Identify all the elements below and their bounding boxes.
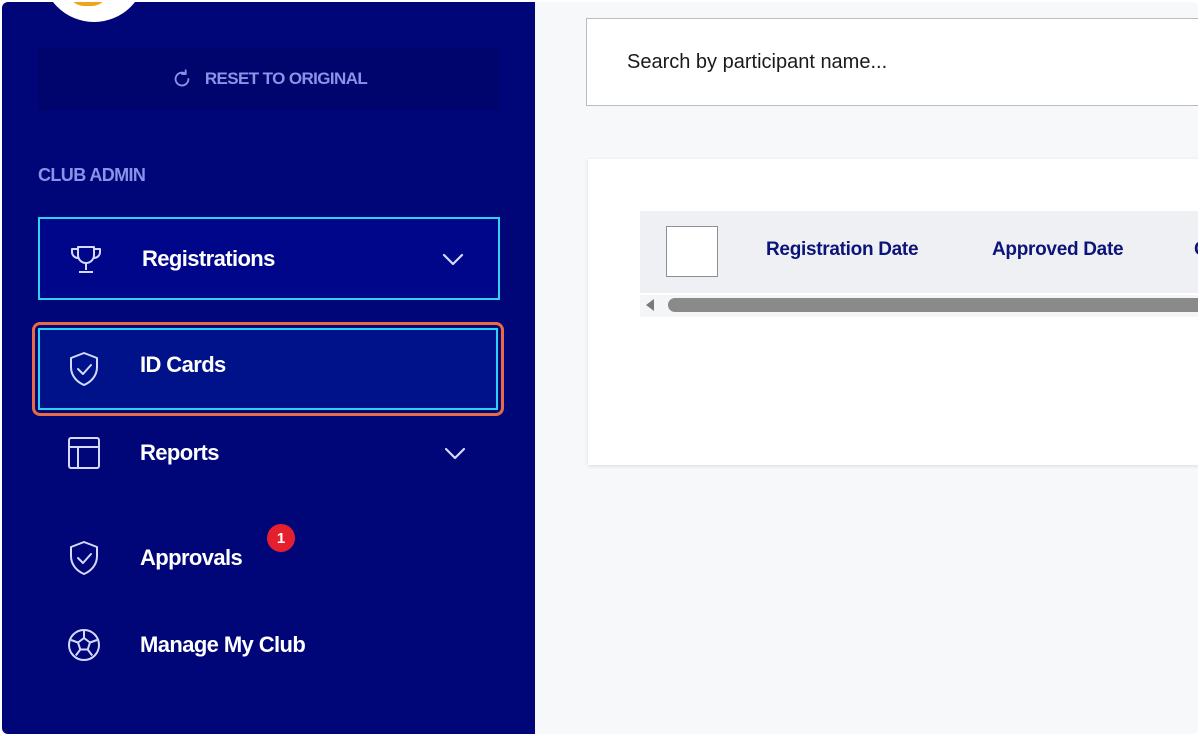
soccer-ball-icon [64, 625, 104, 665]
shield-check-icon [64, 349, 104, 389]
sidebar-item-label: Reports [140, 440, 220, 465]
trophy-icon [66, 239, 106, 279]
results-card: Registration Date Approved Date C [588, 159, 1198, 465]
sidebar-item-label: Manage My Club [140, 632, 306, 657]
approvals-count-badge: 1 [264, 521, 298, 555]
sidebar: RESET TO ORIGINAL CLUB ADMIN Registratio… [2, 2, 535, 734]
column-header-registration-date[interactable]: Registration Date [766, 239, 919, 261]
section-title-club-admin: CLUB ADMIN [38, 165, 146, 185]
refresh-icon [174, 69, 190, 87]
sidebar-item-registrations[interactable]: Registrations [38, 217, 500, 300]
reset-to-original-button[interactable]: RESET TO ORIGINAL [38, 48, 500, 110]
chevron-down-icon[interactable] [442, 440, 468, 466]
scroll-left-icon[interactable] [646, 299, 654, 311]
search-input[interactable]: Search by participant name... [586, 18, 1198, 106]
shield-check-icon [64, 538, 104, 578]
layout-icon [64, 433, 104, 473]
column-header-approved-date[interactable]: Approved Date [992, 239, 1124, 261]
scrollbar-thumb[interactable] [668, 298, 1198, 312]
sidebar-item-id-cards[interactable]: ID Cards [32, 322, 504, 416]
reset-label: RESET TO ORIGINAL [204, 69, 368, 88]
sidebar-item-label: Registrations [142, 245, 275, 271]
horizontal-scrollbar[interactable] [640, 295, 1198, 317]
chevron-down-icon[interactable] [440, 246, 466, 272]
sidebar-item-label: Approvals [140, 545, 243, 570]
club-logo[interactable] [42, 2, 146, 22]
select-all-checkbox[interactable] [666, 226, 718, 277]
active-item-background [38, 328, 498, 410]
table-header: Registration Date Approved Date C [640, 211, 1198, 293]
sidebar-item-reports[interactable]: Reports [38, 422, 500, 484]
sidebar-item-label: ID Cards [140, 352, 226, 377]
sidebar-item-manage-my-club[interactable]: Manage My Club [38, 614, 500, 676]
search-placeholder: Search by participant name... [627, 50, 888, 73]
column-header-truncated[interactable]: C [1194, 239, 1198, 261]
app-window: RESET TO ORIGINAL CLUB ADMIN Registratio… [2, 2, 1198, 734]
